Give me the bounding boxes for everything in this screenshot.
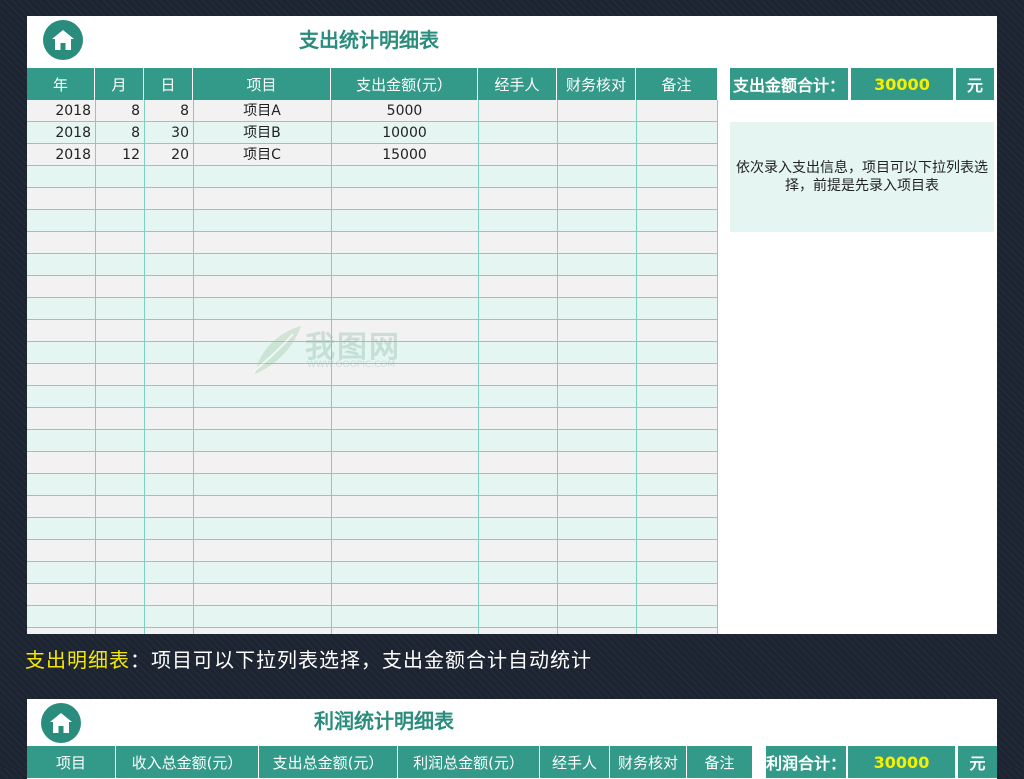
- cell-year[interactable]: 2018: [27, 100, 95, 122]
- header-month: 月: [95, 68, 144, 100]
- cell-month[interactable]: 8: [95, 100, 144, 122]
- cell-item[interactable]: 项目B: [193, 122, 331, 144]
- profit-total-value: 30000: [848, 746, 955, 778]
- table-row-empty[interactable]: [27, 188, 718, 210]
- table-row-empty[interactable]: [27, 386, 718, 408]
- grid-column-line: [478, 100, 479, 634]
- grid-column-line: [193, 100, 194, 634]
- profit-total-unit: 元: [958, 746, 997, 778]
- expense-total-unit: 元: [956, 68, 994, 100]
- table-row-empty[interactable]: [27, 408, 718, 430]
- table-row-empty[interactable]: [27, 276, 718, 298]
- watermark-url: WWW.OOOPIC.COM: [307, 360, 396, 370]
- table-row-empty[interactable]: [27, 518, 718, 540]
- header-item: 项目: [193, 68, 331, 100]
- cell-amount[interactable]: 5000: [331, 100, 478, 122]
- table-row-empty[interactable]: [27, 210, 718, 232]
- header-remarks: 备注: [687, 746, 753, 778]
- header-income-total: 收入总金额(元）: [116, 746, 259, 778]
- header-finance-check: 财务核对: [610, 746, 687, 778]
- cell-day[interactable]: 20: [144, 144, 193, 166]
- header-year: 年: [27, 68, 95, 100]
- home-icon: [50, 713, 72, 733]
- grid-column-line: [557, 100, 558, 634]
- cell-day[interactable]: 30: [144, 122, 193, 144]
- cell-year[interactable]: 2018: [27, 122, 95, 144]
- header-amount: 支出金额(元）: [331, 68, 478, 100]
- grid-column-line: [144, 100, 145, 634]
- home-button[interactable]: [43, 20, 83, 60]
- table-row-empty[interactable]: [27, 474, 718, 496]
- expense-total-value: 30000: [851, 68, 953, 100]
- caption: 支出明细表：项目可以下拉列表选择，支出金额合计自动统计: [25, 647, 592, 673]
- header-remarks: 备注: [636, 68, 718, 100]
- home-button[interactable]: [41, 703, 81, 743]
- instruction-note: 依次录入支出信息，项目可以下拉列表选择，前提是先录入项目表: [730, 122, 994, 232]
- home-icon: [52, 30, 74, 50]
- table-row-empty[interactable]: [27, 254, 718, 276]
- cell-month[interactable]: 8: [95, 122, 144, 144]
- table-row-empty[interactable]: [27, 452, 718, 474]
- table-row-empty[interactable]: [27, 430, 718, 452]
- grid-column-line: [636, 100, 637, 634]
- caption-separator: ：: [130, 648, 151, 672]
- cell-month[interactable]: 12: [95, 144, 144, 166]
- table-row-empty[interactable]: [27, 496, 718, 518]
- cell-amount[interactable]: 15000: [331, 144, 478, 166]
- table-row[interactable]: 2018 8 30 项目B 10000: [27, 122, 718, 144]
- leaf-icon: [252, 326, 301, 374]
- watermark: 我图网 WWW.OOOPIC.COM: [249, 316, 439, 386]
- cell-year[interactable]: 2018: [27, 144, 95, 166]
- expense-total-label: 支出金额合计：: [730, 68, 848, 100]
- header-handler: 经手人: [478, 68, 557, 100]
- table-row-empty[interactable]: [27, 540, 718, 562]
- table-row-empty[interactable]: [27, 232, 718, 254]
- table-row-empty[interactable]: [27, 584, 718, 606]
- cell-day[interactable]: 8: [144, 100, 193, 122]
- table-row-empty[interactable]: [27, 606, 718, 628]
- cell-item[interactable]: 项目C: [193, 144, 331, 166]
- header-expense-total: 支出总金额(元）: [259, 746, 398, 778]
- header-day: 日: [144, 68, 193, 100]
- header-handler: 经手人: [540, 746, 610, 778]
- table-row-empty[interactable]: [27, 562, 718, 584]
- table-row-empty[interactable]: [27, 628, 718, 634]
- grid-column-line: [717, 100, 718, 634]
- table-row[interactable]: 2018 8 8 项目A 5000: [27, 100, 718, 122]
- caption-text: 项目可以下拉列表选择，支出金额合计自动统计: [151, 648, 592, 672]
- expense-sheet: 支出统计明细表 年 月 日 项目 支出金额(元） 经手人 财务核对 备注 201…: [27, 16, 997, 634]
- cell-item[interactable]: 项目A: [193, 100, 331, 122]
- table-row[interactable]: 2018 12 20 项目C 15000: [27, 144, 718, 166]
- header-finance-check: 财务核对: [557, 68, 636, 100]
- sheet-title: 支出统计明细表: [299, 28, 439, 52]
- profit-sheet: 利润统计明细表 项目 收入总金额(元） 支出总金额(元） 利润总金额(元） 经手…: [27, 699, 997, 779]
- header-profit-total: 利润总金额(元）: [398, 746, 540, 778]
- caption-highlight: 支出明细表: [25, 648, 130, 672]
- cell-amount[interactable]: 10000: [331, 122, 478, 144]
- profit-total-label: 利润合计：: [766, 746, 846, 778]
- table-row-empty[interactable]: [27, 166, 718, 188]
- grid-column-line: [95, 100, 96, 634]
- header-item: 项目: [27, 746, 116, 778]
- sheet-title: 利润统计明细表: [314, 709, 454, 733]
